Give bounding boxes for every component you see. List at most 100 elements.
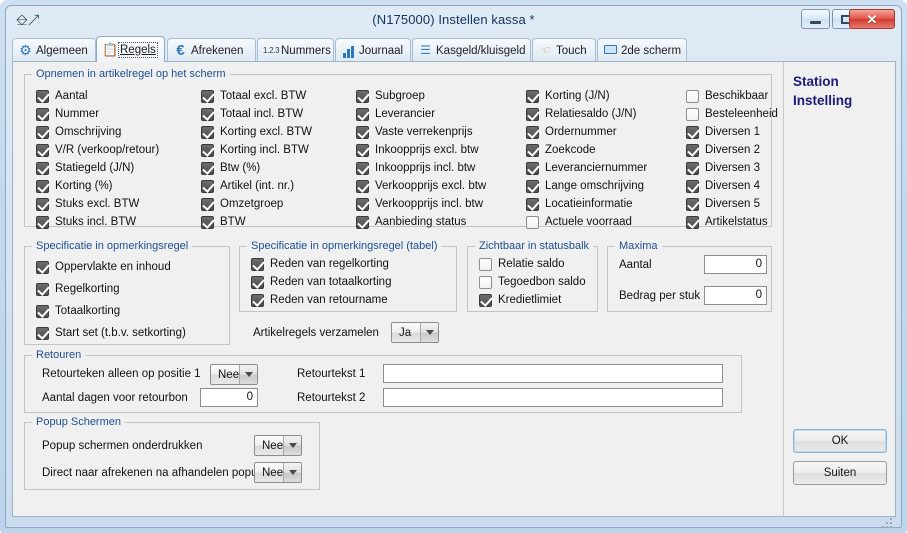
close-button[interactable]: ✕ bbox=[849, 9, 895, 29]
checkbox-btw-pct[interactable]: Btw (%) bbox=[201, 160, 260, 176]
select-value: Ja bbox=[399, 326, 412, 339]
tab-journaal-label: Journaal bbox=[359, 44, 404, 57]
resize-grip[interactable] bbox=[880, 516, 892, 528]
suiten-button[interactable]: Suiten bbox=[793, 461, 887, 485]
checkbox-zoekcode[interactable]: Zoekcode bbox=[526, 142, 596, 158]
checkbox-box bbox=[686, 143, 699, 157]
checkbox-statiegeld[interactable]: Statiegeld (J/N) bbox=[36, 160, 134, 176]
tab-2de-scherm[interactable]: 2de scherm bbox=[597, 38, 687, 62]
checkbox-diversen-2[interactable]: Diversen 2 bbox=[686, 142, 760, 158]
checkbox-btw[interactable]: BTW bbox=[201, 214, 246, 230]
checkbox-korting-incl-btw[interactable]: Korting incl. BTW bbox=[201, 142, 309, 158]
checkbox-lange-omschrijving[interactable]: Lange omschrijving bbox=[526, 178, 644, 194]
checkbox-nummer[interactable]: Nummer bbox=[36, 106, 99, 122]
checkbox-box bbox=[526, 125, 539, 139]
checkbox-beschikbaar[interactable]: Beschikbaar bbox=[686, 88, 768, 104]
checkbox-totaal-incl-btw[interactable]: Totaal incl. BTW bbox=[201, 106, 303, 122]
checkbox-diversen-4[interactable]: Diversen 4 bbox=[686, 178, 760, 194]
checkbox-vr-verkoop-retour[interactable]: V/R (verkoop/retour) bbox=[36, 142, 159, 158]
checkbox-artikelstatus[interactable]: Artikelstatus bbox=[686, 214, 768, 230]
tab-afrekenen[interactable]: € Afrekenen bbox=[167, 38, 256, 62]
select-direct-naar-afrekenen[interactable]: Nee bbox=[254, 462, 302, 483]
tab-touch[interactable]: ☜ Touch bbox=[532, 38, 596, 62]
checkbox-korting-pct[interactable]: Korting (%) bbox=[36, 178, 113, 194]
checkbox-totaal-excl-btw[interactable]: Totaal excl. BTW bbox=[201, 88, 306, 104]
checkbox-label: Diversen 3 bbox=[705, 162, 760, 174]
checkbox-box bbox=[36, 197, 49, 211]
minimize-button[interactable] bbox=[801, 9, 830, 29]
group-specificatie-opmerkingsregel-tabel: Specificatie in opmerkingsregel (tabel) … bbox=[239, 240, 457, 312]
ok-button[interactable]: OK bbox=[793, 429, 887, 453]
group-popup-legend: Popup Schermen bbox=[32, 416, 125, 428]
checkbox-reden-van-totaalkorting[interactable]: Reden van totaalkorting bbox=[251, 274, 391, 290]
checkbox-besteleenheid[interactable]: Besteleenheid bbox=[686, 106, 778, 122]
title-bar[interactable]: ⎒↗ (N175000) Instellen kassa * ✕ bbox=[6, 6, 901, 34]
checkbox-box bbox=[356, 89, 369, 103]
checkbox-leveranciernummer[interactable]: Leveranciernummer bbox=[526, 160, 647, 176]
checkbox-box bbox=[201, 107, 214, 121]
checkbox-inkoopprijs-incl-btw[interactable]: Inkoopprijs incl. btw bbox=[356, 160, 475, 176]
checkbox-tegoedbon-saldo[interactable]: Tegoedbon saldo bbox=[479, 274, 586, 290]
tab-journaal[interactable]: Journaal bbox=[335, 38, 411, 62]
checkbox-reden-van-regelkorting[interactable]: Reden van regelkorting bbox=[251, 256, 389, 272]
checkbox-totaalkorting[interactable]: Totaalkorting bbox=[36, 303, 120, 319]
chevron-down-icon[interactable] bbox=[283, 436, 301, 455]
checkbox-diversen-1[interactable]: Diversen 1 bbox=[686, 124, 760, 140]
checkbox-artikel-int-nr[interactable]: Artikel (int. nr.) bbox=[201, 178, 294, 194]
select-retourteken-positie[interactable]: Nee bbox=[210, 364, 258, 385]
checkbox-oppervlakte-en-inhoud[interactable]: Oppervlakte en inhoud bbox=[36, 259, 171, 275]
checkbox-vaste-verrekenprijs[interactable]: Vaste verrekenprijs bbox=[356, 124, 473, 140]
checkbox-label: Omschrijving bbox=[55, 126, 122, 138]
checkbox-label: Diversen 2 bbox=[705, 144, 760, 156]
input-aantal-dagen-retourbon[interactable]: 0 bbox=[200, 388, 258, 407]
checkbox-stuks-excl-btw[interactable]: Stuks excl. BTW bbox=[36, 196, 139, 212]
input-retourtekst-2[interactable] bbox=[383, 388, 723, 407]
chevron-down-icon[interactable] bbox=[283, 463, 301, 482]
checkbox-box bbox=[201, 179, 214, 193]
checkbox-omschrijving[interactable]: Omschrijving bbox=[36, 124, 121, 140]
checkbox-reden-van-retourname[interactable]: Reden van retourname bbox=[251, 292, 388, 308]
checkbox-box bbox=[356, 179, 369, 193]
chevron-down-icon[interactable] bbox=[239, 365, 257, 384]
checkbox-subgroep[interactable]: Subgroep bbox=[356, 88, 425, 104]
checkbox-label: Locatieinformatie bbox=[545, 198, 633, 210]
checkbox-box bbox=[526, 89, 539, 103]
tab-regels[interactable]: 📋 Regels bbox=[96, 36, 165, 62]
checkbox-verkoopprijs-excl-btw[interactable]: Verkoopprijs excl. btw bbox=[356, 178, 486, 194]
tab-kasgeld-kluisgeld[interactable]: ☰ Kasgeld/kluisgeld bbox=[412, 38, 531, 62]
tab-nummers-label: Nummers bbox=[281, 44, 331, 57]
checkbox-korting-excl-btw[interactable]: Korting excl. BTW bbox=[201, 124, 312, 140]
group-statusbalk-legend: Zichtbaar in statusbalk bbox=[475, 240, 594, 252]
checkbox-aantal[interactable]: Aantal bbox=[36, 88, 88, 104]
checkbox-relatiesaldo-jn[interactable]: Relatiesaldo (J/N) bbox=[526, 106, 636, 122]
checkbox-diversen-5[interactable]: Diversen 5 bbox=[686, 196, 760, 212]
checkbox-stuks-incl-btw[interactable]: Stuks incl. BTW bbox=[36, 214, 136, 230]
input-retourtekst-1[interactable] bbox=[383, 364, 723, 383]
select-artikelregels-verzamelen[interactable]: Ja bbox=[391, 322, 439, 343]
checkbox-start-set[interactable]: Start set (t.b.v. setkorting) bbox=[36, 325, 186, 341]
input-maxima-aantal[interactable]: 0 bbox=[704, 255, 767, 274]
tab-algemeen[interactable]: ⚙ Algemeen bbox=[12, 38, 96, 62]
checkbox-box bbox=[686, 125, 699, 139]
checkbox-omzetgroep[interactable]: Omzetgroep bbox=[201, 196, 283, 212]
checkbox-diversen-3[interactable]: Diversen 3 bbox=[686, 160, 760, 176]
checkbox-label: Diversen 4 bbox=[705, 180, 760, 192]
checkbox-box bbox=[479, 257, 492, 271]
checkbox-ordernummer[interactable]: Ordernummer bbox=[526, 124, 617, 140]
checkbox-korting-jn[interactable]: Korting (J/N) bbox=[526, 88, 610, 104]
checkbox-kredietlimiet[interactable]: Kredietlimiet bbox=[479, 292, 561, 308]
checkbox-verkoopprijs-incl-btw[interactable]: Verkoopprijs incl. btw bbox=[356, 196, 483, 212]
checkbox-relatie-saldo[interactable]: Relatie saldo bbox=[479, 256, 564, 272]
input-maxima-bedrag-per-stuk[interactable]: 0 bbox=[704, 286, 767, 305]
window-title: (N175000) Instellen kassa * bbox=[372, 12, 535, 27]
checkbox-regelkorting[interactable]: Regelkorting bbox=[36, 281, 120, 297]
checkbox-inkoopprijs-excl-btw[interactable]: Inkoopprijs excl. btw bbox=[356, 142, 479, 158]
checkbox-actuele-voorraad[interactable]: Actuele voorraad bbox=[526, 214, 632, 230]
tab-nummers[interactable]: 1.2.3 Nummers bbox=[257, 38, 334, 62]
select-popup-onderdrukken[interactable]: Nee bbox=[254, 435, 302, 456]
checkbox-locatieinformatie[interactable]: Locatieinformatie bbox=[526, 196, 633, 212]
checkbox-leverancier[interactable]: Leverancier bbox=[356, 106, 435, 122]
chevron-down-icon[interactable] bbox=[420, 323, 438, 342]
checkbox-aanbieding-status[interactable]: Aanbieding status bbox=[356, 214, 466, 230]
numbers-icon: 1.2.3 bbox=[263, 46, 280, 55]
